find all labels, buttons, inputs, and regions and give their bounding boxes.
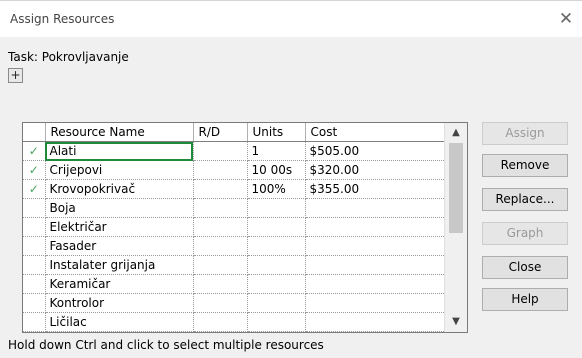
- remove-button[interactable]: Remove: [482, 154, 568, 177]
- rd-cell[interactable]: [193, 141, 248, 161]
- assign-resources-dialog: Assign Resources ✕ Task: Pokrovljavanje …: [0, 0, 582, 358]
- units-cell[interactable]: 10 00s: [247, 160, 306, 180]
- assign-button[interactable]: Assign: [482, 122, 568, 145]
- assigned-check-icon[interactable]: [23, 293, 46, 313]
- assigned-check-icon[interactable]: ✓: [23, 160, 46, 180]
- cost-cell[interactable]: [305, 274, 446, 294]
- resource-name-cell[interactable]: Keramičar: [45, 274, 194, 294]
- expand-button[interactable]: +: [8, 68, 23, 83]
- close-button[interactable]: Close: [482, 256, 568, 279]
- footer-hint: Hold down Ctrl and click to select multi…: [8, 338, 324, 352]
- cost-cell[interactable]: [305, 312, 446, 332]
- table-row[interactable]: Keramičar: [23, 274, 446, 294]
- assigned-check-icon[interactable]: [23, 274, 46, 294]
- rd-cell[interactable]: [193, 236, 248, 256]
- vertical-scrollbar[interactable]: ▲ ▼: [444, 123, 467, 332]
- table-row[interactable]: Kontrolor: [23, 293, 446, 313]
- scroll-up-icon[interactable]: ▲: [445, 125, 467, 141]
- table-row[interactable]: Fasader: [23, 236, 446, 256]
- help-button[interactable]: Help: [482, 288, 568, 311]
- column-header-units[interactable]: Units: [247, 123, 306, 142]
- cost-cell[interactable]: $320.00: [305, 160, 446, 180]
- cost-cell[interactable]: $355.00: [305, 179, 446, 199]
- units-cell[interactable]: [247, 217, 306, 237]
- rd-cell[interactable]: [193, 179, 248, 199]
- table-row[interactable]: ✓ Crijepovi 10 00s $320.00: [23, 160, 446, 180]
- rd-cell[interactable]: [193, 274, 248, 294]
- units-cell[interactable]: [247, 293, 306, 313]
- graph-button[interactable]: Graph: [482, 222, 568, 245]
- units-cell[interactable]: [247, 274, 306, 294]
- close-icon[interactable]: ✕: [556, 9, 576, 29]
- resource-name-cell[interactable]: Alati: [45, 141, 194, 161]
- title-bar: Assign Resources ✕: [0, 1, 582, 37]
- resource-name-cell[interactable]: Fasader: [45, 236, 194, 256]
- units-cell[interactable]: [247, 236, 306, 256]
- table-row[interactable]: ✓ Alati 1 $505.00: [23, 141, 446, 161]
- column-header-cost[interactable]: Cost: [305, 123, 446, 142]
- resource-name-cell[interactable]: Kontrolor: [45, 293, 194, 313]
- cost-cell[interactable]: [305, 236, 446, 256]
- resource-table: Resource Name R/D Units Cost ✓ Alati 1 $505…: [23, 123, 446, 332]
- resource-name-cell[interactable]: Ličilac: [45, 312, 194, 332]
- table-row[interactable]: Boja: [23, 198, 446, 218]
- column-header-resource-name[interactable]: Resource Name: [45, 123, 194, 142]
- rd-cell[interactable]: [193, 160, 248, 180]
- cost-cell[interactable]: [305, 217, 446, 237]
- scroll-thumb[interactable]: [449, 143, 463, 233]
- table-header-row: Resource Name R/D Units Cost: [23, 123, 446, 142]
- dialog-title: Assign Resources: [10, 12, 115, 26]
- cost-cell[interactable]: [305, 293, 446, 313]
- rd-cell[interactable]: [193, 255, 248, 275]
- resource-name-cell[interactable]: Krovopokrivač: [45, 179, 194, 199]
- resource-name-cell[interactable]: Crijepovi: [45, 160, 194, 180]
- units-cell[interactable]: 1: [247, 141, 306, 161]
- rd-cell[interactable]: [193, 217, 248, 237]
- assigned-check-icon[interactable]: [23, 312, 46, 332]
- assigned-check-icon[interactable]: [23, 217, 46, 237]
- units-cell[interactable]: [247, 312, 306, 332]
- resource-name-cell[interactable]: Električar: [45, 217, 194, 237]
- replace-button[interactable]: Replace...: [482, 188, 568, 211]
- rd-cell[interactable]: [193, 293, 248, 313]
- resource-grid: Resource Name R/D Units Cost ✓ Alati 1 $505…: [22, 122, 468, 333]
- cost-cell[interactable]: [305, 198, 446, 218]
- table-row[interactable]: Električar: [23, 217, 446, 237]
- task-label: Task: Pokrovljavanje: [8, 50, 129, 64]
- scroll-down-icon[interactable]: ▼: [445, 314, 467, 330]
- cost-cell[interactable]: $505.00: [305, 141, 446, 161]
- column-header-rd[interactable]: R/D: [193, 123, 248, 142]
- units-cell[interactable]: 100%: [247, 179, 306, 199]
- assigned-check-icon[interactable]: [23, 236, 46, 256]
- cost-cell[interactable]: [305, 255, 446, 275]
- resource-name-cell[interactable]: Instalater grijanja: [45, 255, 194, 275]
- column-header-check: [23, 123, 46, 142]
- units-cell[interactable]: [247, 255, 306, 275]
- rd-cell[interactable]: [193, 198, 248, 218]
- resource-name-cell[interactable]: Boja: [45, 198, 194, 218]
- rd-cell[interactable]: [193, 312, 248, 332]
- table-row[interactable]: ✓ Krovopokrivač 100% $355.00: [23, 179, 446, 199]
- units-cell[interactable]: [247, 198, 306, 218]
- assigned-check-icon[interactable]: [23, 255, 46, 275]
- assigned-check-icon[interactable]: ✓: [23, 179, 46, 199]
- assigned-check-icon[interactable]: ✓: [23, 141, 46, 161]
- table-row[interactable]: Instalater grijanja: [23, 255, 446, 275]
- assigned-check-icon[interactable]: [23, 198, 46, 218]
- table-row[interactable]: Ličilac: [23, 312, 446, 332]
